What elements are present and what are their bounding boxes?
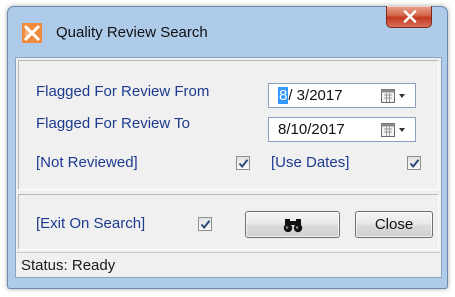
- to-date-label: Flagged For Review To: [36, 115, 190, 132]
- calendar-dropdown-icon[interactable]: [381, 123, 409, 137]
- search-button[interactable]: [245, 211, 340, 238]
- not-reviewed-checkbox[interactable]: [236, 156, 250, 170]
- title-bar[interactable]: Quality Review Search: [8, 6, 447, 51]
- close-icon: [403, 10, 417, 23]
- to-date-picker[interactable]: 8/10/2017: [268, 117, 416, 142]
- checkmark-icon: [200, 220, 211, 230]
- filter-group: Flagged For Review From 8/ 3/2017 Flagge…: [18, 60, 439, 190]
- close-button[interactable]: Close: [355, 211, 433, 238]
- from-date-picker[interactable]: 8/ 3/2017: [268, 83, 416, 108]
- exit-on-search-checkbox[interactable]: [198, 217, 212, 231]
- use-dates-label: [Use Dates]: [271, 154, 350, 171]
- use-dates-checkbox[interactable]: [407, 156, 421, 170]
- app-icon: [22, 23, 42, 43]
- window-title: Quality Review Search: [56, 24, 208, 41]
- dialog-body: Flagged For Review From 8/ 3/2017 Flagge…: [15, 57, 442, 278]
- actions-group: [Exit On Search] Close: [18, 194, 439, 250]
- to-date-value: 8/10/2017: [278, 121, 345, 138]
- window-close-button[interactable]: [386, 6, 432, 28]
- from-date-selected-part: 8: [278, 87, 289, 104]
- exit-on-search-label: [Exit On Search]: [36, 215, 146, 232]
- from-date-value: / 3/2017: [288, 87, 343, 104]
- binoculars-icon: [283, 219, 302, 233]
- from-date-label: Flagged For Review From: [36, 83, 210, 100]
- checkmark-icon: [409, 159, 420, 169]
- checkmark-icon: [238, 159, 249, 169]
- status-bar: Status: Ready: [17, 252, 440, 277]
- calendar-dropdown-icon[interactable]: [381, 89, 409, 103]
- status-text: Status: Ready: [21, 257, 116, 274]
- quality-review-search-window: Quality Review Search Flagged For Review…: [7, 6, 448, 289]
- not-reviewed-label: [Not Reviewed]: [36, 154, 138, 171]
